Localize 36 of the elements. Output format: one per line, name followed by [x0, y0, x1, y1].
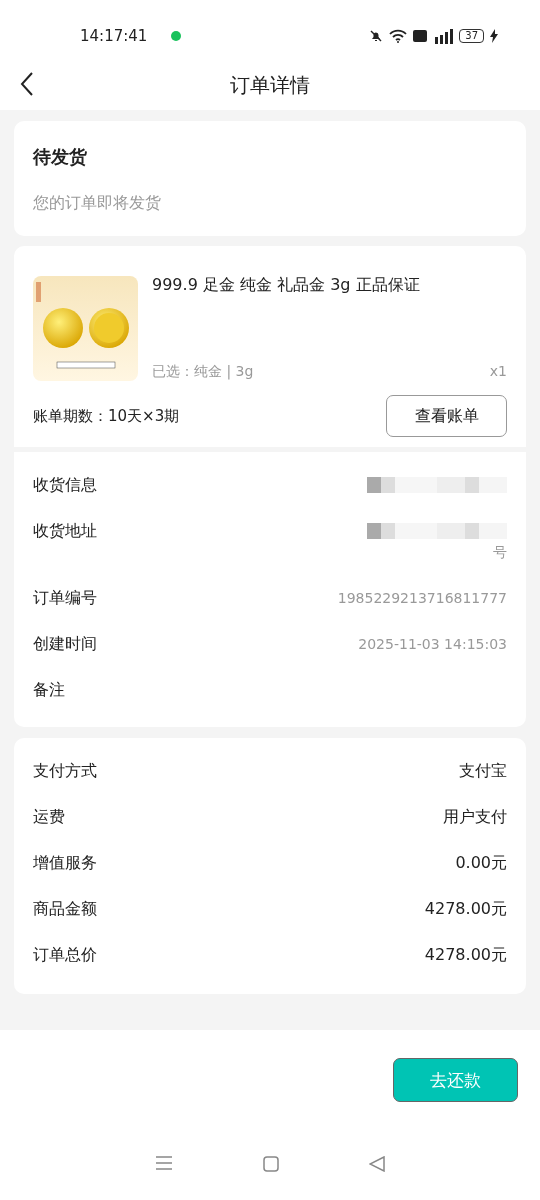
- wifi-icon: [389, 29, 408, 43]
- field-label: 支付方式: [33, 760, 97, 782]
- field-label: 创建时间: [33, 633, 97, 655]
- field-label: 运费: [33, 806, 65, 828]
- signal-icon: [433, 28, 454, 44]
- field-label: 收货信息: [33, 474, 97, 496]
- field-label: 订单编号: [33, 587, 97, 609]
- field-value: 用户支付: [443, 806, 507, 828]
- product-name: 999.9 足金 纯金 礼品金 3g 正品保证: [152, 274, 421, 295]
- charging-icon: [490, 29, 498, 43]
- field-value: 4278.00元: [424, 898, 507, 920]
- field-value: 4278.00元: [424, 944, 507, 966]
- status-time: 14:17:41: [80, 27, 148, 45]
- page-title: 订单详情: [230, 71, 310, 99]
- mute-icon: [369, 29, 384, 43]
- product-spec: 已选：纯金 | 3g: [152, 363, 254, 381]
- installments-text: 账单期数：10天×3期: [33, 406, 180, 426]
- view-bill-button[interactable]: 查看账单: [386, 395, 507, 437]
- field-label: 收货地址: [33, 520, 97, 542]
- status-subtitle: 您的订单即将发货: [33, 193, 162, 214]
- battery-level: 37: [459, 29, 484, 43]
- chat-icon: [171, 31, 182, 41]
- field-label: 增值服务: [33, 852, 97, 874]
- field-value: 1985229213716811777: [337, 589, 507, 608]
- home-icon[interactable]: [263, 1156, 279, 1172]
- field-value: 2025-11-03 14:15:03: [358, 635, 507, 654]
- field-value: 支付宝: [459, 760, 507, 782]
- product-quantity: x1: [489, 363, 507, 381]
- field-label: 订单总价: [33, 944, 97, 966]
- field-value: 0.00元: [455, 852, 507, 874]
- field-label: 备注: [33, 679, 65, 701]
- address-value: 号: [493, 543, 507, 562]
- field-label: 商品金额: [33, 898, 97, 920]
- menu-icon[interactable]: [155, 1156, 173, 1170]
- back-icon[interactable]: [20, 72, 34, 96]
- order-status: 待发货: [33, 145, 88, 169]
